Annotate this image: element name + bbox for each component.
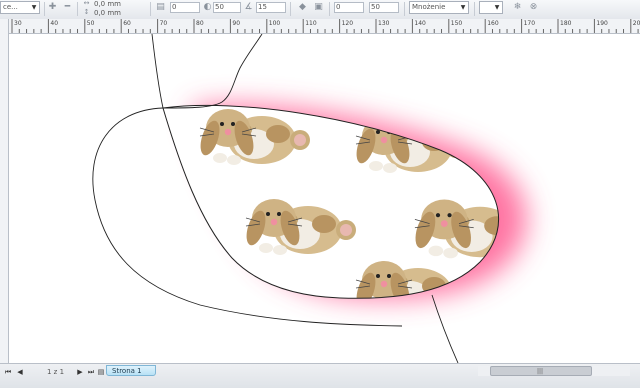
transparency-field-b[interactable]: 50 [213,2,241,13]
ruler-label: 70 [159,20,168,27]
remove-icon[interactable]: ━ [62,2,73,13]
artwork [92,34,527,363]
page-counter: 1 z 1 [47,368,65,376]
ruler-label: 40 [50,20,59,27]
ruler-label: 60 [123,20,131,27]
transparency-field-a[interactable]: 0 [170,2,200,13]
offset-y-icon: ↕ [83,8,90,16]
merge-mode-dropdown[interactable]: Mnożenie ▼ [409,1,469,14]
color-dropdown[interactable]: ▼ [479,1,503,14]
first-page-icon[interactable]: ⏮ [4,367,12,377]
property-bar: ce... ▼ ✚ ━ ↔ ↕ 0,0 mm 0,0 mm ▤ 0 ◐ 50 ∡… [0,0,640,20]
ruler-label: 200 [632,20,640,27]
style-dropdown[interactable]: ce... ▼ [0,1,40,14]
separator [44,2,45,16]
offset-y-field[interactable]: 0,0 mm [94,9,121,17]
ruler-label: 140 [414,20,426,27]
horizontal-ruler[interactable]: 30 40 50 60 70 80 90 100 110 120 130 140 150 160 170 18… [8,19,640,34]
add-page-icon[interactable]: ▤ [97,367,105,377]
ruler-label: 170 [523,20,536,27]
drawing-canvas[interactable] [9,34,640,363]
ruler-label: 160 [487,20,499,27]
chevron-down-icon: ▼ [494,4,500,11]
grip-icon: ||| [537,368,544,375]
offset-x-field[interactable]: 0,0 mm [94,0,121,8]
copy-properties-icon[interactable]: ▣ [313,2,324,13]
ruler-label: 120 [341,20,354,27]
style-dropdown-value: ce... [3,3,18,11]
ruler-label: 150 [450,20,463,27]
midpoint-icon: ◐ [203,2,212,12]
separator [150,2,151,16]
ruler-label: 80 [196,20,204,27]
bucket-icon[interactable]: ◆ [297,2,308,13]
transparency-field-c[interactable]: 15 [256,2,286,13]
ruler-label: 190 [596,20,608,27]
squiggle-curve[interactable] [162,34,263,109]
clear-transparency-icon[interactable]: ⊗ [528,2,539,13]
ruler-label: 100 [268,20,281,27]
separator [290,2,291,16]
lower-curve[interactable] [431,294,459,363]
transparency-field-e[interactable]: 50 [369,2,399,13]
upper-curve[interactable] [151,34,164,109]
add-icon[interactable]: ✚ [47,2,58,13]
ruler-label: 180 [560,20,572,27]
ruler-label: 50 [86,20,95,27]
chevron-down-icon: ▼ [31,4,37,11]
merge-mode-value: Mnożenie [412,3,446,11]
separator [404,2,405,16]
transparency-icon: ▤ [156,2,165,12]
ruler-label: 90 [232,20,241,27]
ruler-ticks [11,19,639,33]
vertical-ruler[interactable] [0,19,9,363]
horizontal-scrollbar-thumb[interactable]: ||| [490,366,592,376]
chevron-down-icon: ▼ [460,4,466,11]
ruler-label: 110 [305,20,317,27]
last-page-icon[interactable]: ⏭ [87,367,95,377]
ruler-label: 130 [378,20,390,27]
prev-page-icon[interactable]: ◀ [16,367,24,377]
next-page-icon[interactable]: ▶ [76,367,84,377]
separator [329,2,330,16]
ruler-label: 30 [14,20,22,27]
transparency-field-d[interactable]: 0 [334,2,364,13]
separator [474,2,475,16]
page-tab-strona-1[interactable]: Strona 1 [106,365,156,376]
angle-icon: ∡ [244,2,253,12]
document-navigator: ⏮ ◀ 1 z 1 ▶ ⏭ ▤ Strona 1 ||| [0,363,640,388]
freeze-icon[interactable]: ❄ [512,2,523,13]
separator [77,2,78,16]
